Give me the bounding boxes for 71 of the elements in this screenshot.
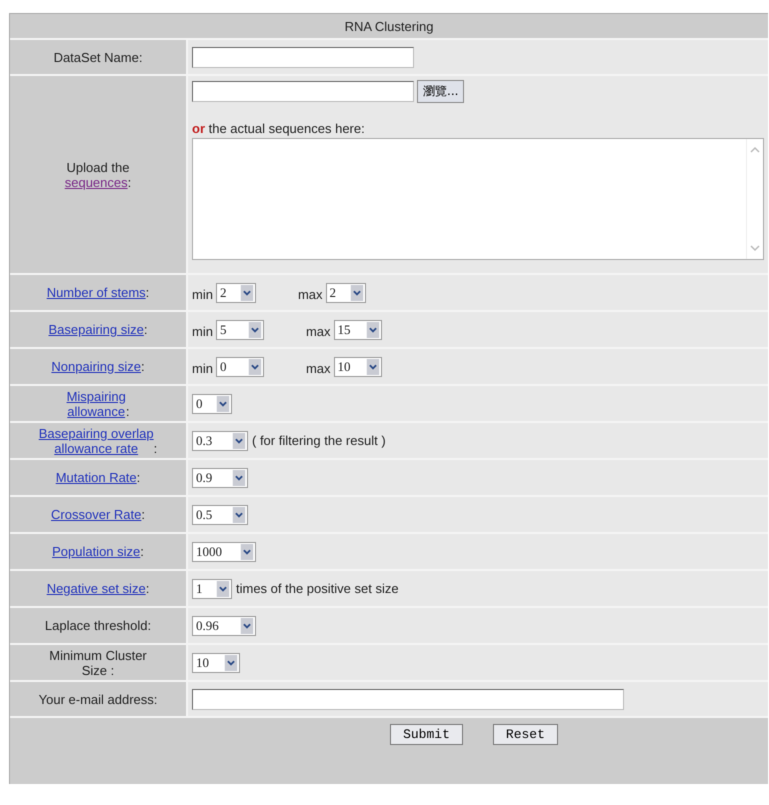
help-link[interactable]: Number of stems	[46, 285, 146, 300]
scroll-down-icon[interactable]	[749, 243, 761, 253]
chevron-icon	[350, 284, 364, 300]
field-label: Minimum Cluster Size :	[10, 645, 188, 680]
note-text: ( for filtering the result )	[252, 433, 386, 448]
dropdown[interactable]: 1	[192, 578, 232, 598]
form-title: RNA Clustering	[10, 14, 768, 40]
field-label: Your e-mail address:	[10, 682, 188, 716]
min-dropdown[interactable]: 2	[216, 282, 256, 302]
help-link[interactable]: Basepairing size	[48, 322, 144, 337]
dropdown[interactable]: 0.3	[192, 430, 248, 450]
min-label: min	[192, 287, 213, 302]
max-label: max	[306, 324, 331, 339]
sequence-textarea[interactable]	[192, 138, 764, 260]
max-label: max	[298, 287, 323, 302]
note-text: times of the positive set size	[236, 581, 399, 596]
form-button[interactable]: Reset	[492, 724, 558, 745]
help-link[interactable]: sequences	[64, 174, 128, 190]
field-label: DataSet Name:	[10, 40, 188, 74]
help-link[interactable]: Population size	[52, 544, 140, 559]
min-label: min	[192, 361, 213, 376]
chevron-icon	[216, 580, 230, 596]
scroll-up-icon[interactable]	[749, 145, 761, 155]
min-dropdown[interactable]: 0	[216, 356, 264, 376]
chevron-icon	[240, 618, 254, 634]
chevron-icon	[366, 358, 380, 374]
field-label: Laplace threshold:	[10, 608, 188, 643]
field-label: Negative set size:	[10, 571, 188, 606]
field-label: Population size:	[10, 534, 188, 569]
dropdown[interactable]: 0	[192, 394, 232, 414]
browse-button[interactable]: 瀏覽...	[417, 80, 464, 103]
field-label: Upload the sequences:	[10, 76, 188, 273]
dropdown[interactable]: 0.96	[192, 616, 256, 636]
max-dropdown[interactable]: 15	[334, 320, 382, 340]
max-dropdown[interactable]: 10	[334, 356, 382, 376]
chevron-icon	[216, 396, 230, 412]
field-label: Mispairing allowance:	[10, 386, 188, 421]
dropdown[interactable]: 10	[192, 652, 240, 672]
file-path-input[interactable]	[192, 81, 414, 102]
chevron-icon	[232, 470, 246, 486]
chevron-icon	[248, 322, 262, 338]
field-label: Number of stems:	[10, 275, 188, 310]
email-input[interactable]	[192, 688, 624, 710]
hint-text: or the actual sequences here:	[192, 121, 366, 136]
help-link[interactable]: Mispairing allowance	[66, 388, 126, 418]
chevron-icon	[248, 358, 262, 374]
dropdown[interactable]: 1000	[192, 542, 256, 562]
chevron-icon	[224, 654, 238, 670]
max-dropdown[interactable]: 2	[326, 282, 366, 302]
help-link[interactable]: Mutation Rate	[56, 470, 137, 485]
max-label: max	[306, 361, 331, 376]
text-input[interactable]	[192, 46, 414, 68]
help-link[interactable]: Basepairing overlap allowance rate	[38, 426, 154, 456]
help-link[interactable]: Nonpairing size	[51, 359, 141, 374]
field-label: Basepairing size:	[10, 312, 188, 347]
help-link[interactable]: Negative set size	[46, 581, 146, 596]
min-label: min	[192, 324, 213, 339]
field-label: Nonpairing size:	[10, 349, 188, 384]
chevron-icon	[232, 432, 246, 448]
field-label: Mutation Rate:	[10, 460, 188, 495]
form-button[interactable]: Submit	[390, 724, 463, 745]
chevron-icon	[240, 544, 254, 560]
field-label: Basepairing overlap allowance rate :	[10, 423, 188, 458]
help-link[interactable]: Crossover Rate	[51, 507, 142, 522]
chevron-icon	[240, 284, 254, 300]
dropdown[interactable]: 0.5	[192, 504, 248, 524]
field-label: Crossover Rate:	[10, 497, 188, 532]
chevron-icon	[232, 506, 246, 522]
chevron-icon	[366, 322, 380, 338]
min-dropdown[interactable]: 5	[216, 320, 264, 340]
dropdown[interactable]: 0.9	[192, 468, 248, 488]
